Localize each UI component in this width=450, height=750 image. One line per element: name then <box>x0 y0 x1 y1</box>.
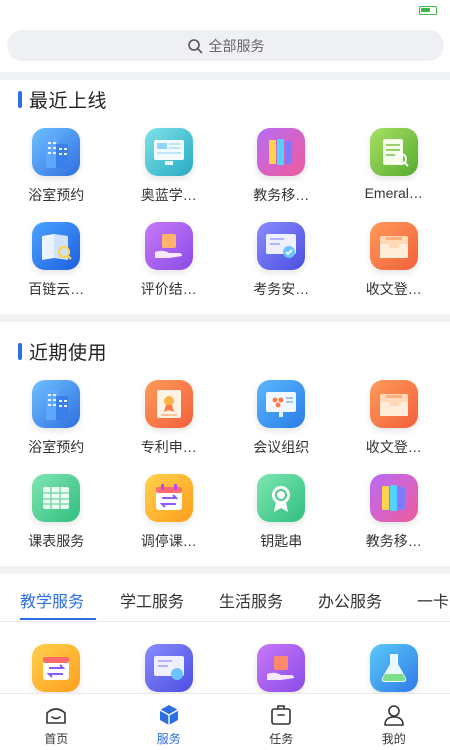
hand-card-icon <box>257 644 306 692</box>
app-item[interactable]: 评价结… <box>113 222 226 316</box>
app-item[interactable]: 浴室预约 <box>0 380 113 474</box>
nav-home[interactable]: 首页 <box>0 694 113 750</box>
section-title-text: 最近上线 <box>29 91 108 112</box>
book-search-icon <box>32 222 81 270</box>
app-label: 浴室预约 <box>28 439 85 455</box>
monitor-check-icon <box>257 222 306 270</box>
tab-office-services[interactable]: 办公服务 <box>318 588 382 612</box>
app-item[interactable]: 教务移… <box>225 128 338 222</box>
app-item[interactable]: 会议组织 <box>225 380 338 474</box>
app-item[interactable]: 收文登… <box>338 380 450 474</box>
inbox-icon <box>369 380 418 428</box>
search-placeholder: 全部服务 <box>208 37 265 54</box>
app-item[interactable]: 奥蓝学… <box>113 128 226 222</box>
meeting-board-icon <box>257 380 306 428</box>
app-label: 教务移… <box>365 533 422 549</box>
nav-services[interactable]: 服务 <box>113 694 226 750</box>
home-icon <box>46 708 67 724</box>
briefcase-icon <box>271 705 292 725</box>
tab-campus-card[interactable]: 一卡 <box>417 588 449 612</box>
app-label: 奥蓝学… <box>140 187 197 203</box>
section-title-recent-online: 最近上线 <box>18 86 107 113</box>
section-divider <box>0 566 450 574</box>
app-item[interactable]: 课表服务 <box>0 474 113 568</box>
recently-used-grid: 浴室预约 专利申… 会议组织 收文登… 课表服务 调停课… 钥匙串 教务移… <box>0 380 450 568</box>
tab-life-services[interactable]: 生活服务 <box>219 588 283 612</box>
monitor-check-icon <box>144 644 193 692</box>
section-divider <box>0 314 450 322</box>
category-tabs: 教学服务 学工服务 生活服务 办公服务 一卡 <box>0 576 450 622</box>
nav-tasks[interactable]: 任务 <box>225 694 338 750</box>
app-label: 会议组织 <box>253 439 310 455</box>
calendar-swap-icon <box>144 474 193 522</box>
certificate-icon <box>144 380 193 428</box>
section-title-recently-used: 近期使用 <box>18 338 107 365</box>
app-item[interactable]: 百链云… <box>0 222 113 316</box>
book-icon <box>369 474 418 522</box>
bottom-nav: 首页 服务 任务 我的 <box>0 693 450 750</box>
app-label: 百链云… <box>28 281 85 297</box>
hand-card-icon <box>144 222 193 270</box>
app-label: Emeral… <box>364 185 423 201</box>
app-label: 课表服务 <box>28 533 85 549</box>
section-title-marker <box>18 343 22 360</box>
app-item[interactable]: 调停课… <box>113 474 226 568</box>
nav-mine[interactable]: 我的 <box>338 694 450 750</box>
app-item[interactable]: 教务移… <box>338 474 450 568</box>
app-label: 教务移… <box>253 187 310 203</box>
app-label: 收文登… <box>365 439 422 455</box>
battery-icon <box>419 6 437 15</box>
search-bar[interactable]: 全部服务 <box>7 30 444 61</box>
active-tab-indicator <box>20 618 96 620</box>
app-item[interactable]: 考务安… <box>225 222 338 316</box>
app-item[interactable]: 钥匙串 <box>225 474 338 568</box>
app-label: 收文登… <box>365 281 422 297</box>
building-icon <box>32 128 81 176</box>
app-item[interactable]: 收文登… <box>338 222 450 316</box>
search-icon <box>187 38 202 53</box>
tab-teaching-services[interactable]: 教学服务 <box>20 588 84 612</box>
section-title-marker <box>18 91 22 108</box>
user-icon <box>383 705 404 726</box>
nav-label: 服务 <box>156 732 181 746</box>
building-icon <box>32 380 81 428</box>
app-label: 评价结… <box>140 281 197 297</box>
app-label: 钥匙串 <box>260 533 303 549</box>
app-label: 专利申… <box>140 439 197 455</box>
recent-online-grid: 浴室预约 奥蓝学… 教务移… Emeral… 百链云… 评价结… 考务安… 收文… <box>0 128 450 316</box>
section-divider <box>0 72 450 80</box>
status-bar <box>0 0 450 28</box>
inbox-icon <box>369 222 418 270</box>
flask-icon <box>369 644 418 692</box>
book-icon <box>257 128 306 176</box>
table-icon <box>32 474 81 522</box>
app-item[interactable]: Emeral… <box>338 128 450 222</box>
app-item[interactable]: 专利申… <box>113 380 226 474</box>
monitor-icon <box>144 128 193 176</box>
app-label: 考务安… <box>253 281 310 297</box>
nav-label: 任务 <box>269 732 294 746</box>
cube-icon <box>159 705 179 725</box>
tab-student-affairs[interactable]: 学工服务 <box>120 588 184 612</box>
app-label: 浴室预约 <box>28 187 85 203</box>
badge-icon <box>257 474 306 522</box>
section-title-text: 近期使用 <box>29 343 108 364</box>
calendar-swap-icon <box>32 644 81 692</box>
app-label: 调停课… <box>140 533 197 549</box>
nav-label: 首页 <box>44 732 69 746</box>
nav-label: 我的 <box>381 732 406 746</box>
app-item[interactable]: 浴室预约 <box>0 128 113 222</box>
document-search-icon <box>369 128 418 176</box>
